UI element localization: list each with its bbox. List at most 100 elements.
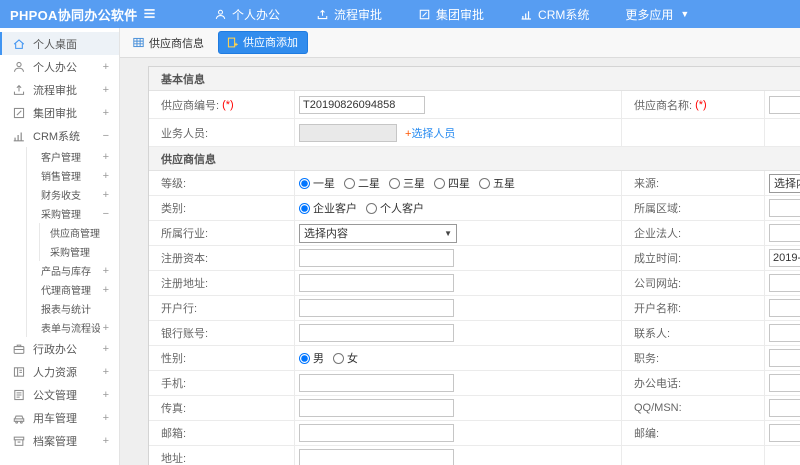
menu-toggle-icon[interactable]: [142, 6, 158, 22]
legal-input[interactable]: [769, 224, 800, 242]
category-option[interactable]: 企业客户: [299, 200, 357, 216]
sidebar-item-flow-approval[interactable]: 流程审批 +: [0, 78, 119, 101]
gender-option[interactable]: 女: [333, 350, 358, 366]
archive-icon: [12, 434, 26, 448]
expand-icon[interactable]: +: [100, 366, 109, 378]
tab-supplier-add[interactable]: 供应商添加: [218, 31, 308, 54]
radio-input[interactable]: [366, 202, 377, 214]
expand-icon[interactable]: +: [100, 189, 109, 201]
nav-personal-office[interactable]: 个人办公: [214, 6, 280, 23]
sidebar-item-sales-mgmt[interactable]: 销售管理 +: [27, 166, 119, 185]
expand-icon[interactable]: +: [100, 322, 109, 334]
expand-icon[interactable]: +: [100, 151, 109, 163]
nav-crm-system[interactable]: CRM系统: [520, 6, 589, 23]
bank-input[interactable]: [299, 299, 454, 317]
form-row: 类别: 企业客户 个人客户 所属区域:: [149, 196, 800, 221]
sidebar-item-supplier-mgmt[interactable]: 供应商管理: [40, 223, 119, 242]
sidebar-item-document-mgmt[interactable]: 公文管理 +: [0, 383, 119, 406]
contact-input[interactable]: [769, 324, 800, 342]
level-option[interactable]: 二星: [344, 175, 380, 191]
radio-input[interactable]: [299, 352, 310, 364]
supplier-no-input[interactable]: [299, 95, 425, 114]
crm-submenu: 客户管理 + 销售管理 + 财务收支 + 采购管理 − 供应商管理 采购管理 产…: [26, 147, 119, 337]
radio-input[interactable]: [344, 177, 355, 189]
radio-input[interactable]: [299, 177, 310, 189]
expand-icon[interactable]: +: [100, 84, 109, 96]
sidebar-item-product-stock[interactable]: 产品与库存 +: [27, 261, 119, 280]
source-select[interactable]: 选择内容▼: [769, 173, 800, 193]
founded-date-input[interactable]: [769, 249, 800, 267]
form-row: 供应商编号: (*) 供应商名称: (*): [149, 91, 800, 119]
expand-icon[interactable]: +: [100, 343, 109, 355]
radio-input[interactable]: [333, 352, 344, 364]
region-input[interactable]: [769, 199, 800, 217]
source-label: 来源:: [621, 171, 764, 195]
expand-icon[interactable]: +: [100, 265, 109, 277]
nav-flow-approval[interactable]: 流程审批: [316, 6, 382, 23]
qq-input[interactable]: [769, 399, 800, 417]
sidebar-item-personal-desktop[interactable]: 个人桌面: [0, 32, 119, 55]
industry-label: 所属行业:: [161, 228, 209, 240]
expand-icon[interactable]: +: [100, 284, 109, 296]
radio-input[interactable]: [479, 177, 490, 189]
zip-input[interactable]: [769, 424, 800, 442]
level-option[interactable]: 五星: [479, 175, 515, 191]
website-input[interactable]: [769, 274, 800, 292]
email-input[interactable]: [299, 424, 454, 442]
level-option[interactable]: 四星: [434, 175, 470, 191]
expand-icon[interactable]: +: [100, 412, 109, 424]
form-cell: [294, 421, 621, 445]
tab-supplier-info[interactable]: 供应商信息: [132, 35, 204, 51]
sidebar-item-human-resources[interactable]: 人力资源 +: [0, 360, 119, 383]
gender-option[interactable]: 男: [299, 350, 324, 366]
sidebar-item-purchasing[interactable]: 采购管理: [40, 242, 119, 261]
capital-input[interactable]: [299, 249, 454, 267]
sidebar-item-reports[interactable]: 报表与统计: [27, 299, 119, 318]
sidebar-item-crm-system[interactable]: CRM系统 −: [0, 124, 119, 147]
radio-input[interactable]: [299, 202, 310, 214]
expand-icon[interactable]: +: [100, 170, 109, 182]
industry-select[interactable]: 选择内容 ▼: [299, 223, 457, 243]
address-input[interactable]: [299, 449, 454, 465]
nav-label: CRM系统: [538, 7, 590, 22]
category-option[interactable]: 个人客户: [366, 200, 424, 216]
sidebar-item-personal-office[interactable]: 个人办公 +: [0, 55, 119, 78]
home-icon: [12, 37, 26, 51]
reg-address-input[interactable]: [299, 274, 454, 292]
sidebar-item-vehicle-mgmt[interactable]: 用车管理 +: [0, 406, 119, 429]
expand-icon[interactable]: +: [100, 389, 109, 401]
radio-input[interactable]: [434, 177, 445, 189]
expand-icon[interactable]: +: [100, 435, 109, 447]
expand-icon[interactable]: +: [100, 107, 109, 119]
office-phone-input[interactable]: [769, 374, 800, 392]
form-cell: [294, 321, 621, 345]
staff-input[interactable]: [299, 123, 397, 142]
account-name-input[interactable]: [769, 299, 800, 317]
form-cell: [764, 396, 800, 420]
level-option[interactable]: 三星: [389, 175, 425, 191]
nav-more-apps[interactable]: 更多应用 ▼: [625, 6, 689, 23]
nav-group-approval[interactable]: 集团审批: [418, 6, 484, 23]
fax-input[interactable]: [299, 399, 454, 417]
level-option[interactable]: 一星: [299, 175, 335, 191]
title-input[interactable]: [769, 349, 800, 367]
bank-no-input[interactable]: [299, 324, 454, 342]
sidebar-item-finance[interactable]: 财务收支 +: [27, 185, 119, 204]
collapse-icon[interactable]: −: [100, 130, 109, 142]
expand-icon[interactable]: +: [100, 61, 109, 73]
sidebar-item-archive-mgmt[interactable]: 档案管理 +: [0, 429, 119, 452]
mobile-label: 手机:: [161, 378, 187, 390]
sidebar-item-label: 档案管理: [33, 435, 77, 448]
choose-person-link[interactable]: +选择人员: [405, 125, 455, 141]
form-row: 手机: 办公电话:: [149, 371, 800, 396]
mobile-input[interactable]: [299, 374, 454, 392]
supplier-name-input[interactable]: [769, 95, 800, 114]
radio-input[interactable]: [389, 177, 400, 189]
sidebar-item-admin-office[interactable]: 行政办公 +: [0, 337, 119, 360]
collapse-icon[interactable]: −: [100, 208, 109, 220]
sidebar-item-customer-mgmt[interactable]: 客户管理 +: [27, 147, 119, 166]
sidebar-item-form-flow-settings[interactable]: 表单与流程设置 +: [27, 318, 119, 337]
sidebar-item-agent-mgmt[interactable]: 代理商管理 +: [27, 280, 119, 299]
sidebar-item-purchase-mgmt[interactable]: 采购管理 −: [27, 204, 119, 223]
sidebar-item-group-approval[interactable]: 集团审批 +: [0, 101, 119, 124]
